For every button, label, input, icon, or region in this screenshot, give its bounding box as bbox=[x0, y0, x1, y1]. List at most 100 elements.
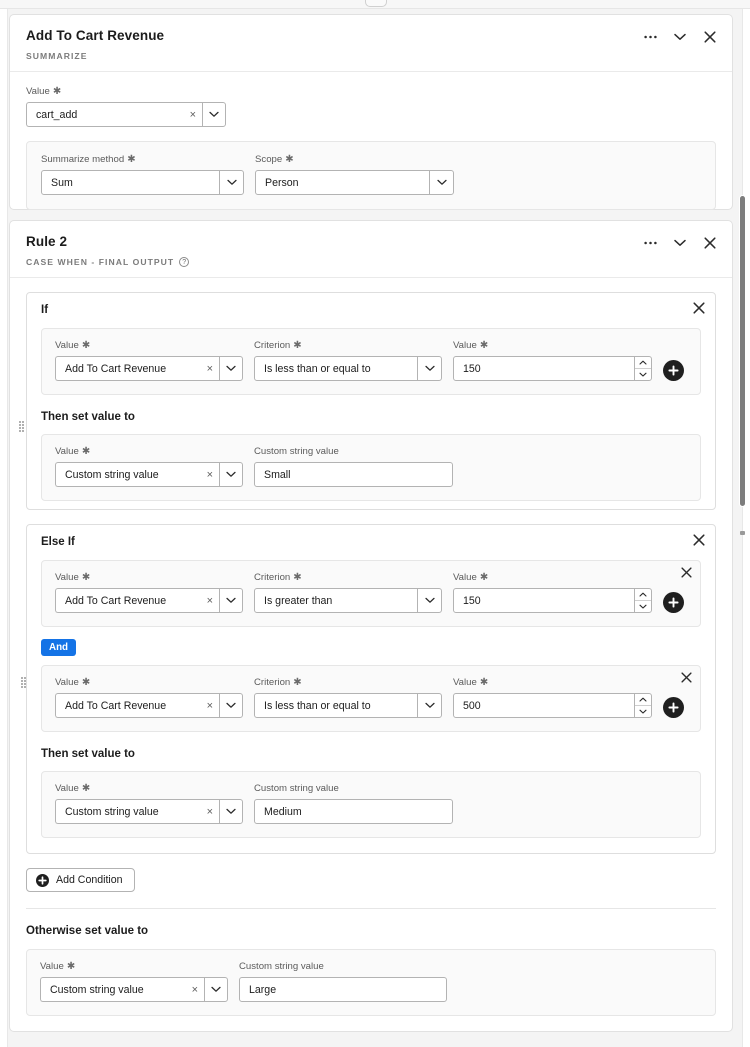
clear-icon[interactable]: × bbox=[184, 109, 196, 121]
clear-icon[interactable]: × bbox=[201, 806, 213, 818]
clear-icon[interactable]: × bbox=[201, 700, 213, 712]
condition-number-stepper[interactable]: 500 bbox=[453, 693, 652, 718]
then-custom-group: Custom string value Medium bbox=[254, 783, 453, 824]
card-header-actions bbox=[640, 28, 720, 46]
add-condition-inline-button[interactable] bbox=[663, 360, 684, 381]
stepper-arrows bbox=[634, 589, 651, 612]
then-value-text[interactable]: Custom string value × bbox=[55, 462, 219, 487]
value-field-label: Value ✱ bbox=[26, 86, 226, 97]
required-asterisk: ✱ bbox=[293, 676, 302, 688]
chevron-down-icon[interactable] bbox=[417, 589, 441, 612]
remove-if-block-icon[interactable] bbox=[693, 301, 705, 319]
add-condition-button[interactable]: Add Condition bbox=[26, 868, 135, 892]
rule-header-actions bbox=[640, 234, 720, 252]
then-value-combobox[interactable]: Custom string value × bbox=[55, 799, 243, 824]
condition-value-text[interactable]: Add To Cart Revenue × bbox=[55, 588, 219, 613]
add-condition-inline-button[interactable] bbox=[663, 697, 684, 718]
clear-icon[interactable]: × bbox=[201, 469, 213, 481]
value-combobox[interactable]: cart_add × bbox=[26, 102, 226, 127]
condition-value-combobox[interactable]: Add To Cart Revenue × bbox=[55, 693, 243, 718]
chevron-down-icon[interactable] bbox=[417, 694, 441, 717]
vertical-scrollbar-thumb[interactable] bbox=[739, 195, 746, 507]
scope-select[interactable]: Person bbox=[255, 170, 454, 195]
condition-panel: Value ✱ Add To Cart Revenue × Criterion … bbox=[41, 328, 701, 395]
chevron-down-icon[interactable] bbox=[219, 356, 243, 381]
then-custom-input[interactable]: Small bbox=[254, 462, 453, 487]
chevron-down-icon[interactable] bbox=[219, 462, 243, 487]
elseif-then-heading: Then set value to bbox=[41, 748, 135, 760]
close-icon[interactable] bbox=[700, 234, 720, 252]
stepper-increment-icon[interactable] bbox=[635, 357, 651, 368]
chevron-down-icon[interactable] bbox=[219, 171, 243, 194]
chevron-down-icon[interactable] bbox=[204, 977, 228, 1002]
panel-drag-handle[interactable] bbox=[365, 0, 387, 7]
chevron-down-icon[interactable] bbox=[670, 234, 690, 252]
condition-value-combobox[interactable]: Add To Cart Revenue × bbox=[55, 356, 243, 381]
drag-grip-icon[interactable] bbox=[21, 677, 26, 694]
clear-icon[interactable]: × bbox=[186, 984, 198, 996]
then-value-text[interactable]: Custom string value × bbox=[55, 799, 219, 824]
card-add-to-cart-revenue: Add To Cart Revenue SUMMARIZE Value ✱ ca… bbox=[9, 14, 733, 210]
condition-value-text[interactable]: Add To Cart Revenue × bbox=[55, 356, 219, 381]
condition-value-text[interactable]: Add To Cart Revenue × bbox=[55, 693, 219, 718]
condition-value-label: Value ✱ bbox=[55, 340, 243, 351]
clear-icon[interactable]: × bbox=[201, 595, 213, 607]
help-icon[interactable]: ? bbox=[179, 257, 190, 267]
summarize-method-label-text: Summarize method bbox=[41, 154, 125, 165]
otherwise-custom-label-text: Custom string value bbox=[239, 961, 324, 972]
vertical-scrollbar-track[interactable] bbox=[739, 9, 748, 1047]
condition-criterion-label-text: Criterion bbox=[254, 572, 291, 583]
condition-number-value[interactable]: 150 bbox=[454, 357, 634, 380]
chevron-down-icon[interactable] bbox=[219, 693, 243, 718]
then-value-combobox[interactable]: Custom string value × bbox=[55, 462, 243, 487]
then-value: Custom string value bbox=[65, 468, 159, 481]
condition-value-combobox[interactable]: Add To Cart Revenue × bbox=[55, 588, 243, 613]
condition-criterion-select[interactable]: Is greater than bbox=[254, 588, 442, 613]
close-icon[interactable] bbox=[700, 28, 720, 46]
chevron-down-icon[interactable] bbox=[670, 28, 690, 46]
condition-value-label-text: Value bbox=[55, 572, 79, 583]
rule-subtitle: CASE WHEN - FINAL OUTPUT ? bbox=[26, 257, 716, 267]
more-options-icon[interactable] bbox=[640, 234, 660, 252]
card-subtitle: SUMMARIZE bbox=[26, 51, 716, 61]
stepper-arrows bbox=[634, 694, 651, 717]
otherwise-custom-input[interactable]: Large bbox=[239, 977, 447, 1002]
condition-criterion-select[interactable]: Is less than or equal to bbox=[254, 356, 442, 381]
chevron-down-icon[interactable] bbox=[417, 357, 441, 380]
stepper-decrement-icon[interactable] bbox=[635, 368, 651, 380]
elseif-block: Else If Value ✱ Add To Cart Revenue × Cr… bbox=[21, 524, 716, 854]
chevron-down-icon[interactable] bbox=[219, 588, 243, 613]
condition-number-stepper[interactable]: 150 bbox=[453, 356, 652, 381]
chevron-down-icon[interactable] bbox=[219, 799, 243, 824]
stepper-increment-icon[interactable] bbox=[635, 694, 651, 705]
add-condition-inline-button[interactable] bbox=[663, 592, 684, 613]
condition-number-value[interactable]: 500 bbox=[454, 694, 634, 717]
scope-label-text: Scope bbox=[255, 154, 283, 165]
otherwise-value-combobox[interactable]: Custom string value × bbox=[40, 977, 228, 1002]
required-asterisk: ✱ bbox=[293, 339, 302, 351]
then-value-group: Value ✱ Custom string value × bbox=[55, 783, 243, 824]
chevron-down-icon[interactable] bbox=[202, 102, 226, 127]
add-condition-wrap: Add Condition bbox=[26, 868, 716, 892]
otherwise-value-text[interactable]: Custom string value × bbox=[40, 977, 204, 1002]
condition-value-label-text: Value bbox=[55, 340, 79, 351]
and-operator-badge[interactable]: And bbox=[41, 639, 77, 656]
condition-criterion-select[interactable]: Is less than or equal to bbox=[254, 693, 442, 718]
stepper-increment-icon[interactable] bbox=[635, 589, 651, 600]
remove-elseif-block-icon[interactable] bbox=[693, 533, 705, 551]
condition-number-value[interactable]: 150 bbox=[454, 589, 634, 612]
more-options-icon[interactable] bbox=[640, 28, 660, 46]
value-combobox-text[interactable]: cart_add × bbox=[26, 102, 202, 127]
drag-grip-icon[interactable] bbox=[19, 421, 24, 438]
remove-condition-icon[interactable] bbox=[681, 670, 692, 688]
chevron-down-icon[interactable] bbox=[429, 171, 453, 194]
remove-condition-icon[interactable] bbox=[681, 565, 692, 583]
stepper-decrement-icon[interactable] bbox=[635, 600, 651, 612]
clear-icon[interactable]: × bbox=[201, 363, 213, 375]
stepper-decrement-icon[interactable] bbox=[635, 705, 651, 717]
summarize-method-select[interactable]: Sum bbox=[41, 170, 244, 195]
condition-criterion-label-text: Criterion bbox=[254, 340, 291, 351]
then-custom-input[interactable]: Medium bbox=[254, 799, 453, 824]
condition-number-stepper[interactable]: 150 bbox=[453, 588, 652, 613]
card-header: Add To Cart Revenue SUMMARIZE bbox=[10, 15, 732, 72]
